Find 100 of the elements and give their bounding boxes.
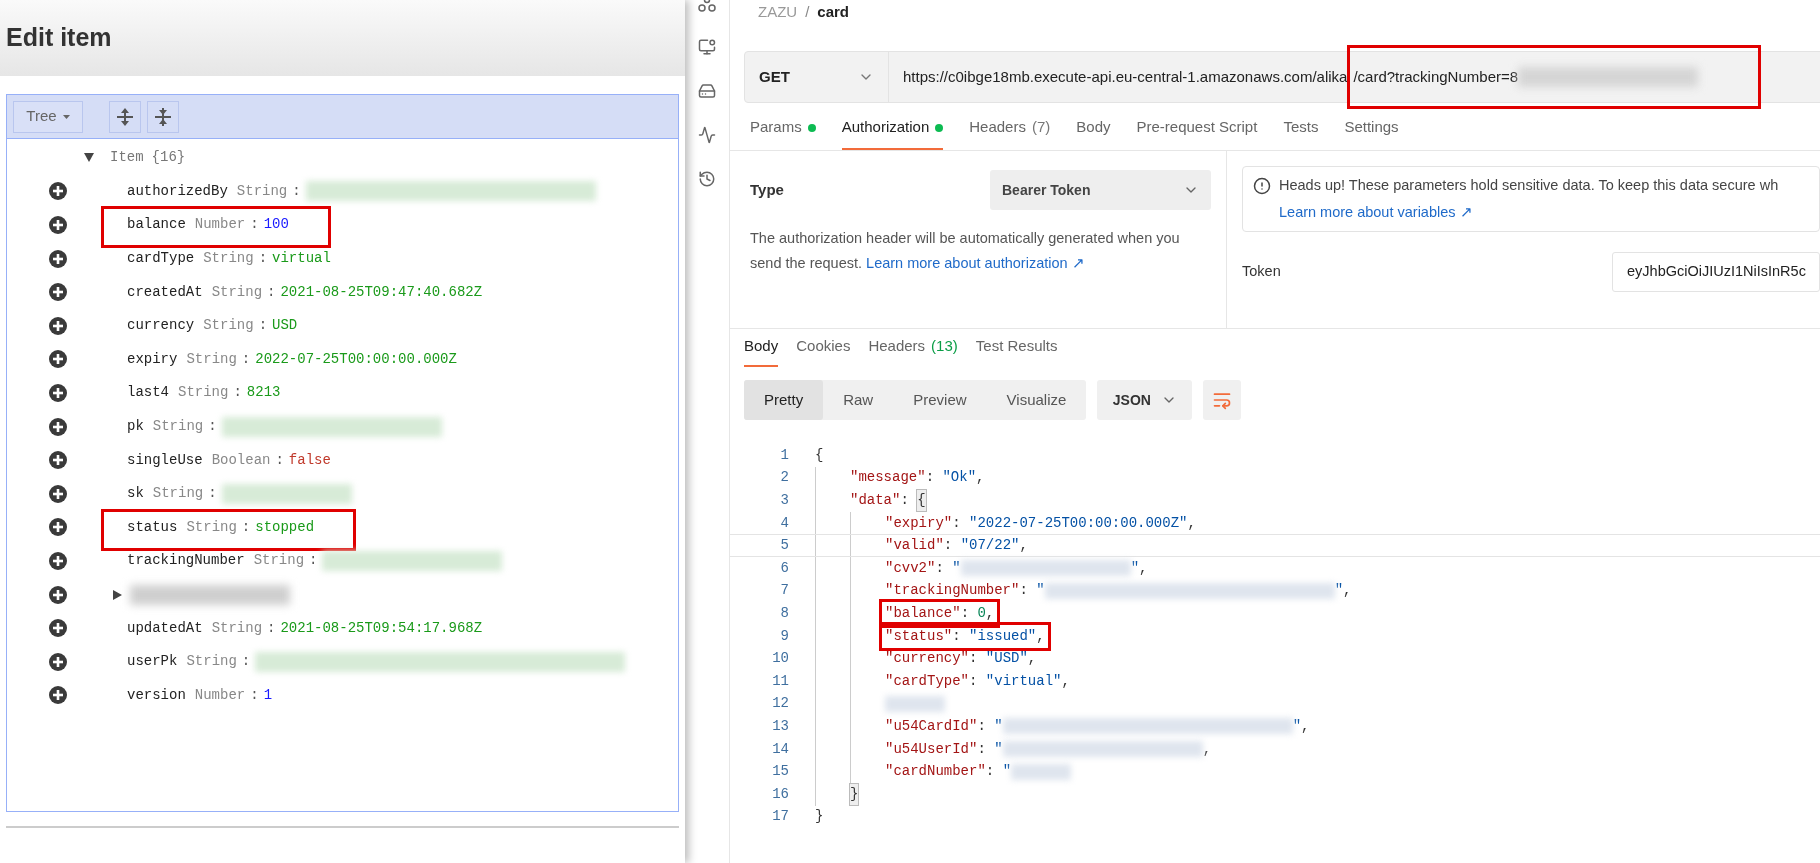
view-mode-tab[interactable]: Preview <box>893 380 987 420</box>
add-icon[interactable] <box>49 686 67 705</box>
json-string: " <box>994 716 1003 736</box>
field-value[interactable]: 2021-08-25T09:54:17.968Z <box>280 617 483 639</box>
request-tab[interactable]: Params <box>750 107 816 150</box>
expand-icon <box>116 106 134 127</box>
line-number: 16 <box>771 784 789 804</box>
line-number: 12 <box>771 694 789 714</box>
request-tab[interactable]: Settings <box>1344 107 1399 150</box>
add-icon[interactable] <box>49 551 67 570</box>
response-tab[interactable]: Body <box>744 335 779 367</box>
view-mode-tab[interactable]: Raw <box>823 380 894 420</box>
mode-dropdown[interactable]: Tree <box>13 100 83 133</box>
field-value[interactable]: virtual <box>272 248 331 270</box>
add-icon[interactable] <box>49 182 67 201</box>
add-icon[interactable] <box>49 417 67 436</box>
field-value[interactable]: USD <box>272 315 298 337</box>
add-icon[interactable] <box>49 484 67 503</box>
url-text[interactable]: https://c0ibge18mb.execute-api.eu-central-1.amazonaws.com/alika <box>903 65 1348 89</box>
collapse-arrow-icon[interactable] <box>84 153 94 163</box>
json-key: "u54UserId" <box>885 738 978 760</box>
node-count: {16} <box>151 148 186 168</box>
help-link[interactable]: Learn more about authorization ↗ <box>866 255 1085 271</box>
breadcrumb-item[interactable]: card <box>817 1 850 24</box>
nodes-icon[interactable] <box>698 0 716 12</box>
field-value[interactable]: stopped <box>255 516 315 538</box>
add-icon[interactable] <box>49 216 67 234</box>
add-icon[interactable] <box>49 383 67 402</box>
field-value[interactable]: false <box>288 449 331 471</box>
field-type: String <box>178 383 229 403</box>
add-icon[interactable] <box>49 249 67 268</box>
add-icon[interactable] <box>49 518 67 537</box>
json-punctuation: : <box>960 603 971 623</box>
request-tab[interactable]: Body <box>1076 107 1111 150</box>
add-icon[interactable] <box>49 451 67 470</box>
collapse-all-button[interactable] <box>147 100 179 133</box>
field-key: balance <box>127 214 186 236</box>
field-value[interactable]: 2022-07-25T00:00:00.000Z <box>255 348 457 370</box>
variables-link[interactable]: Learn more about variables ↗ <box>1279 201 1779 224</box>
response-tab[interactable]: Headers (13) <box>868 335 958 367</box>
field-key: trackingNumber <box>127 550 245 572</box>
json-string: "virtual" <box>985 671 1062 691</box>
separator: : <box>258 249 268 269</box>
json-punctuation: : <box>969 649 979 669</box>
expand-arrow-icon[interactable] <box>113 589 122 600</box>
field-type: String <box>211 618 263 638</box>
line-number: 4 <box>779 513 789 533</box>
add-icon[interactable] <box>49 652 67 671</box>
request-tab[interactable]: Headers (7) <box>969 107 1051 150</box>
expand-all-button[interactable] <box>109 100 141 133</box>
history-icon[interactable] <box>698 170 716 188</box>
root-label: Item <box>110 148 144 168</box>
separator: : <box>275 450 284 470</box>
json-string: " <box>952 558 961 578</box>
tab-count: (7) <box>1031 117 1051 138</box>
activity-icon[interactable] <box>698 126 716 144</box>
field-key: updatedAt <box>127 617 203 639</box>
request-tab[interactable]: Authorization <box>841 107 944 150</box>
json-punctuation: , <box>1187 513 1196 533</box>
add-icon[interactable] <box>49 350 67 369</box>
field-value[interactable]: 8213 <box>246 382 281 404</box>
json-punctuation: : <box>952 513 962 533</box>
line-number: 15 <box>771 762 789 782</box>
view-mode-tab[interactable]: Pretty <box>744 380 824 420</box>
json-punctuation: : <box>943 536 954 556</box>
method-dropdown[interactable]: GET <box>745 52 889 102</box>
field-type: String <box>211 282 263 302</box>
json-key: "expiry" <box>885 512 953 534</box>
field-value[interactable]: 2021-08-25T09:47:40.682Z <box>280 281 483 303</box>
type-dropdown[interactable]: Bearer Token <box>990 170 1211 210</box>
add-icon[interactable] <box>49 283 67 302</box>
request-tab[interactable]: Pre-request Script <box>1136 107 1258 150</box>
redacted-value <box>885 695 945 712</box>
format-dropdown[interactable]: JSON <box>1097 380 1193 420</box>
notice-text: Heads up! These parameters hold sensitive data. To keep this data secure wh <box>1279 176 1779 195</box>
line-number: 2 <box>779 468 789 488</box>
add-icon[interactable] <box>49 585 67 604</box>
field-key: cardType <box>127 248 195 270</box>
response-tab[interactable]: Cookies <box>796 335 851 367</box>
field-key: singleUse <box>127 449 203 471</box>
add-icon[interactable] <box>49 316 67 335</box>
field-value[interactable]: 100 <box>263 214 289 236</box>
response-tab[interactable]: Test Results <box>975 335 1058 367</box>
json-punctuation: , <box>1036 626 1045 646</box>
drive-icon[interactable] <box>698 82 716 100</box>
monitor-icon[interactable] <box>698 38 716 56</box>
line-number: 5 <box>779 536 789 556</box>
json-punctuation: , <box>1202 739 1212 759</box>
url-text[interactable]: /card?trackingNumber=8 <box>1353 65 1519 89</box>
json-punctuation: , <box>1343 581 1352 601</box>
token-field[interactable]: eyJhbGciOiJIUzI1NiIsInR5c <box>1612 252 1820 292</box>
view-mode-tab[interactable]: Visualize <box>986 380 1087 420</box>
field-type: String <box>152 417 204 437</box>
field-type: Number <box>194 215 246 235</box>
field-value[interactable]: 1 <box>263 684 273 706</box>
add-icon[interactable] <box>49 619 67 638</box>
wrap-button[interactable] <box>1203 380 1242 420</box>
request-tab[interactable]: Tests <box>1283 107 1319 150</box>
field-type: String <box>152 484 204 504</box>
line-number: 3 <box>779 491 789 510</box>
